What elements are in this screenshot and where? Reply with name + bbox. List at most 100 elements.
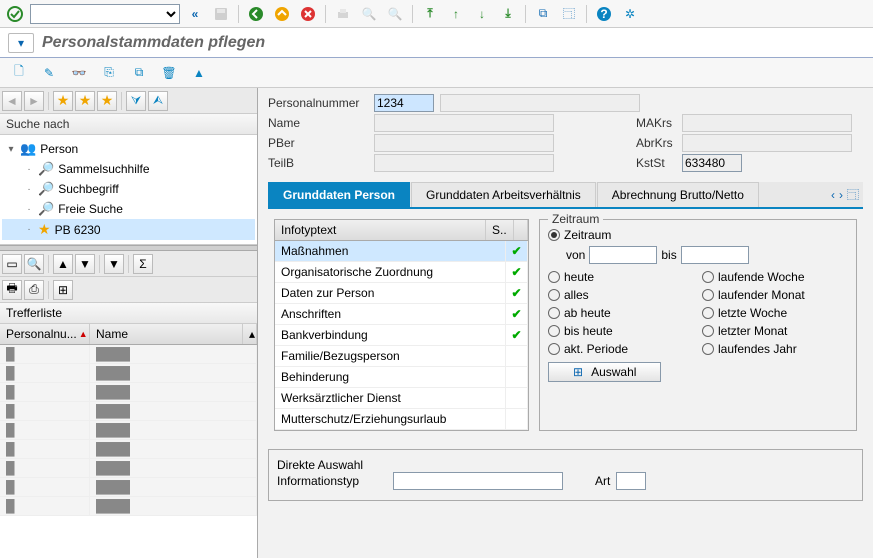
fav-show-icon[interactable]: ★ xyxy=(75,91,95,111)
tab-grunddaten-arbeit[interactable]: Grunddaten Arbeitsverhältnis xyxy=(411,182,596,207)
find-icon[interactable]: 🔍 xyxy=(24,254,44,274)
hitlist-row[interactable]: █████ xyxy=(0,345,257,364)
hitlist-toolbar2: 🖶 ⎙ ⊞ xyxy=(0,277,257,303)
art-input[interactable] xyxy=(616,472,646,490)
infotype-row[interactable]: Mutterschutz/Erziehungsurlaub xyxy=(275,409,528,430)
tree-item-suchbegriff[interactable]: ·🔎 Suchbegriff xyxy=(2,179,255,199)
nav-fwd-icon[interactable]: ► xyxy=(24,91,44,111)
infotype-row[interactable]: Bankverbindung✔ xyxy=(275,325,528,346)
infotype-row[interactable]: Werksärztlicher Dienst xyxy=(275,388,528,409)
collapse-all-icon[interactable]: ⮙ xyxy=(148,91,168,111)
radio-icon xyxy=(702,325,714,337)
up-icon[interactable] xyxy=(271,3,293,25)
col-infotyptext[interactable]: Infotyptext xyxy=(275,220,486,240)
export-icon[interactable]: ⎙ xyxy=(24,280,44,300)
find-icon[interactable]: 🔍 xyxy=(358,3,380,25)
zeitraum-legend: Zeitraum xyxy=(548,212,603,226)
radio-laufender-monat[interactable]: laufender Monat xyxy=(702,286,848,304)
informationstyp-input[interactable] xyxy=(393,472,563,490)
print-icon[interactable] xyxy=(332,3,354,25)
display-icon[interactable]: 👓 xyxy=(68,62,90,84)
radio-laufendes-jahr[interactable]: laufendes Jahr xyxy=(702,340,848,358)
hitlist-body[interactable]: ████████████████████████████████████████… xyxy=(0,345,257,558)
radio-laufende-woche[interactable]: laufende Woche xyxy=(702,268,848,286)
hitlist-row[interactable]: █████ xyxy=(0,364,257,383)
find-next-icon[interactable]: 🔍 xyxy=(384,3,406,25)
copy-icon[interactable]: ⎘ xyxy=(98,62,120,84)
radio-zeitraum[interactable]: Zeitraum xyxy=(548,226,848,244)
tab-abrechnung[interactable]: Abrechnung Brutto/Netto xyxy=(597,182,759,207)
tree-label: Suchbegriff xyxy=(58,182,119,196)
new-session-icon[interactable]: ⧉ xyxy=(532,3,554,25)
layout-icon[interactable]: ⊞ xyxy=(53,280,73,300)
ok-icon[interactable] xyxy=(4,3,26,25)
radio-letzter-monat[interactable]: letzter Monat xyxy=(702,322,848,340)
delete-icon[interactable]: 🗑 xyxy=(158,62,180,84)
radio-akt.-periode[interactable]: akt. Periode xyxy=(548,340,694,358)
hitlist-row[interactable]: █████ xyxy=(0,459,257,478)
col-name[interactable]: Name xyxy=(90,324,243,344)
persnr-input[interactable] xyxy=(374,94,434,112)
help-icon[interactable]: ? xyxy=(593,3,615,25)
first-page-icon[interactable]: ⤒ xyxy=(419,3,441,25)
back-icon[interactable] xyxy=(245,3,267,25)
sort-asc-icon[interactable]: ▲ xyxy=(53,254,73,274)
infotype-row[interactable]: Daten zur Person✔ xyxy=(275,283,528,304)
infotype-row[interactable]: Maßnahmen✔ xyxy=(275,241,528,262)
col-status[interactable]: S.. xyxy=(486,220,514,240)
delimit-icon[interactable]: ⧉ xyxy=(128,62,150,84)
tab-grunddaten-person[interactable]: Grunddaten Person xyxy=(268,182,410,207)
hitlist-row[interactable]: █████ xyxy=(0,440,257,459)
collapse-icon[interactable]: « xyxy=(184,3,206,25)
print-list-icon[interactable]: 🖶 xyxy=(2,280,22,300)
filter-icon[interactable]: ▼ xyxy=(104,254,124,274)
fav-add-icon[interactable]: ★ xyxy=(53,91,73,111)
tree-item-sammelsuchhilfe[interactable]: ·🔎 Sammelsuchhilfe xyxy=(2,159,255,179)
details-icon[interactable]: ▭ xyxy=(2,254,22,274)
radio-bis-heute[interactable]: bis heute xyxy=(548,322,694,340)
bis-input[interactable] xyxy=(681,246,749,264)
infotype-body[interactable]: Maßnahmen✔Organisatorische Zuordnung✔Dat… xyxy=(275,241,528,430)
last-page-icon[interactable]: ⤓ xyxy=(497,3,519,25)
von-input[interactable] xyxy=(589,246,657,264)
save-icon[interactable] xyxy=(210,3,232,25)
col-personalnummer[interactable]: Personalnu...▲ xyxy=(0,324,90,344)
tree-item-freie-suche[interactable]: ·🔎 Freie Suche xyxy=(2,199,255,219)
sort-desc-icon[interactable]: ▼ xyxy=(75,254,95,274)
radio-heute[interactable]: heute xyxy=(548,268,694,286)
hitlist-row[interactable]: █████ xyxy=(0,497,257,516)
hitlist-row[interactable]: █████ xyxy=(0,402,257,421)
infotype-row[interactable]: Familie/Bezugsperson xyxy=(275,346,528,367)
fav-del-icon[interactable]: ★ xyxy=(97,91,117,111)
radio-letzte-woche[interactable]: letzte Woche xyxy=(702,304,848,322)
infotype-row[interactable]: Organisatorische Zuordnung✔ xyxy=(275,262,528,283)
hitlist-row[interactable]: █████ xyxy=(0,383,257,402)
tab-list-icon[interactable]: ⿹ xyxy=(847,186,859,203)
cancel-icon[interactable] xyxy=(297,3,319,25)
next-page-icon[interactable]: ↓ xyxy=(471,3,493,25)
nav-back-icon[interactable]: ◄ xyxy=(2,91,22,111)
hitlist-row[interactable]: █████ xyxy=(0,421,257,440)
overview-icon[interactable]: ▲ xyxy=(188,62,210,84)
command-field[interactable] xyxy=(30,4,180,24)
sum-icon[interactable]: Σ xyxy=(133,254,153,274)
layout-icon[interactable]: ⿹ xyxy=(558,3,580,25)
create-icon[interactable]: 🗋 xyxy=(8,62,30,84)
app-menu-icon[interactable]: ▾ xyxy=(8,33,34,53)
tab-prev-icon[interactable]: ‹ xyxy=(831,188,835,202)
auswahl-button[interactable]: ⊞ Auswahl xyxy=(548,362,661,382)
settings-icon[interactable]: ✲ xyxy=(619,3,641,25)
tree-item-person[interactable]: ▾👥 Person xyxy=(2,139,255,159)
tab-next-icon[interactable]: › xyxy=(839,188,843,202)
infotype-row[interactable]: Anschriften✔ xyxy=(275,304,528,325)
hitlist-row[interactable]: █████ xyxy=(0,478,257,497)
infotype-row[interactable]: Behinderung xyxy=(275,367,528,388)
infotype-text: Familie/Bezugsperson xyxy=(275,346,506,366)
edit-icon[interactable]: ✎ xyxy=(38,62,60,84)
prev-page-icon[interactable]: ↑ xyxy=(445,3,467,25)
tree-item-pb6230[interactable]: ·★ PB 6230 xyxy=(2,219,255,240)
expand-all-icon[interactable]: ⮛ xyxy=(126,91,146,111)
radio-alles[interactable]: alles xyxy=(548,286,694,304)
check-icon: ✔ xyxy=(506,262,528,282)
radio-ab-heute[interactable]: ab heute xyxy=(548,304,694,322)
